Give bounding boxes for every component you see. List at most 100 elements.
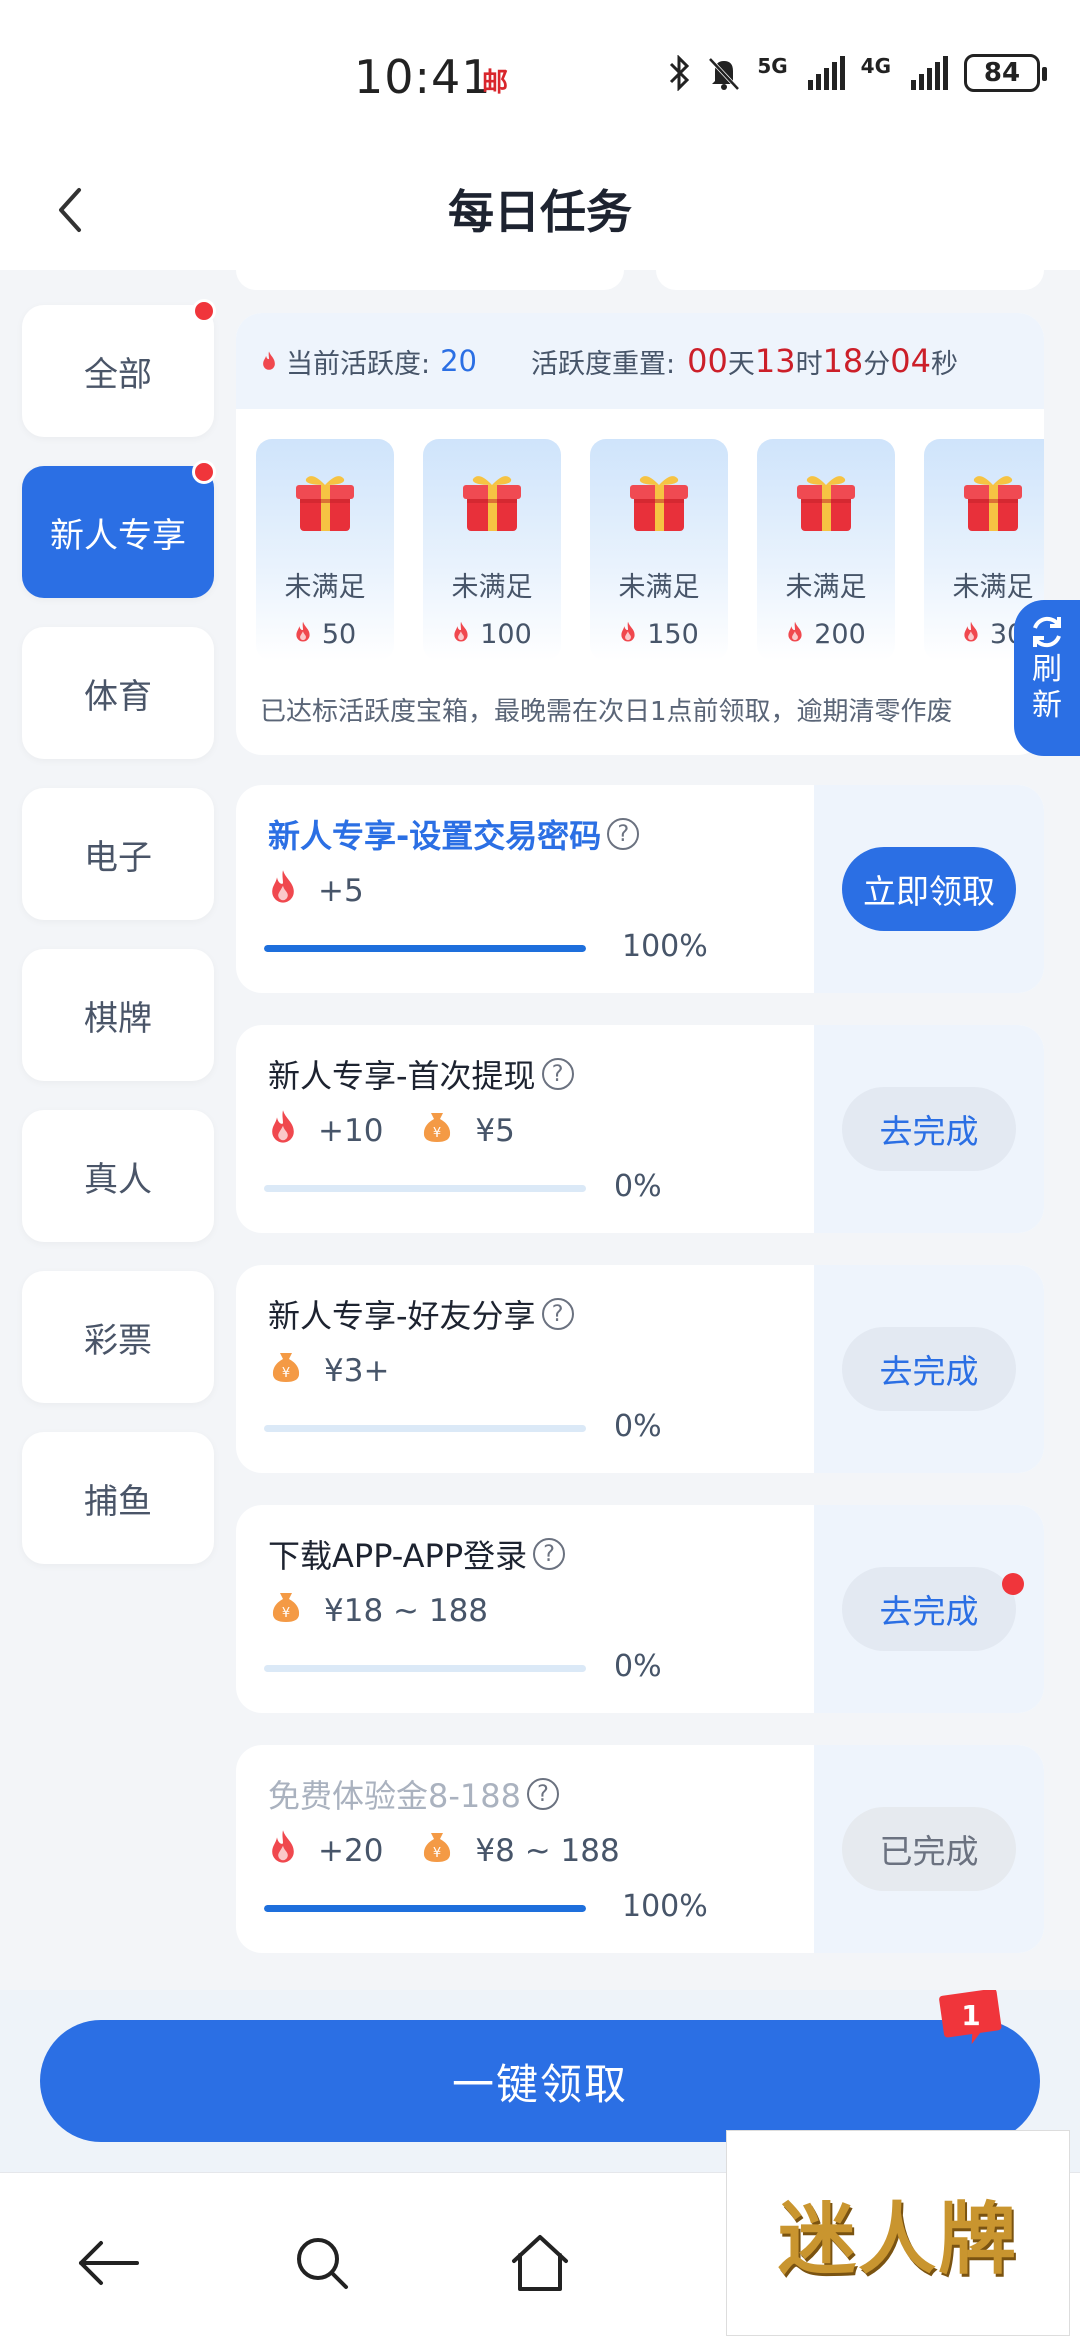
- gift-status: 未满足: [618, 572, 700, 603]
- help-icon[interactable]: ?: [607, 818, 640, 850]
- current-activity-value: 20: [440, 344, 478, 378]
- gift-box[interactable]: 未满足 200: [757, 439, 895, 661]
- progress-bar: [264, 1185, 586, 1192]
- claim-all-button[interactable]: 一键领取: [40, 2020, 1040, 2142]
- progress-fill: [264, 1905, 586, 1912]
- task-action-button[interactable]: 去完成: [842, 1087, 1016, 1171]
- status-bar: 10:41 邮 5G 4G 84: [0, 0, 1080, 150]
- progress-bar: [264, 1425, 586, 1432]
- money-reward: ¥ ¥18 ~ 188: [268, 1589, 488, 1633]
- money-bag-icon: ¥: [419, 1829, 455, 1873]
- bluetooth-icon: [670, 55, 690, 91]
- notification-dot: [192, 460, 216, 484]
- sidebar-item-label: 捕鱼: [84, 1481, 152, 1522]
- sidebar-item[interactable]: 体育: [22, 627, 214, 759]
- countdown-seconds: 04: [890, 342, 931, 380]
- help-icon[interactable]: ?: [527, 1778, 559, 1810]
- task-action-button[interactable]: 立即领取: [842, 847, 1016, 931]
- refresh-icon: [1033, 616, 1061, 648]
- help-icon[interactable]: ?: [541, 1298, 574, 1330]
- progress-percent: 0%: [614, 1169, 662, 1204]
- sidebar-item[interactable]: 真人: [22, 1110, 214, 1242]
- task-rewards: ¥ ¥3+: [268, 1349, 425, 1393]
- gift-box[interactable]: 未满足 150: [590, 439, 728, 661]
- nav-back-button[interactable]: [68, 2223, 148, 2303]
- status-icons: 5G 4G 84: [669, 54, 1047, 92]
- money-reward: ¥ ¥5: [419, 1109, 515, 1153]
- progress-bar: [264, 945, 586, 952]
- task-rewards: +5: [268, 869, 400, 913]
- refresh-button[interactable]: 刷 新: [1014, 600, 1080, 756]
- page-title: 每日任务: [448, 185, 632, 239]
- countdown-days: 00: [687, 342, 728, 380]
- notification-dot: [192, 299, 216, 323]
- sidebar-item[interactable]: 彩票: [22, 1271, 214, 1403]
- status-time: 10:41: [354, 50, 492, 104]
- gift-icon: [793, 469, 859, 535]
- search-icon: [297, 2238, 348, 2289]
- gift-box-row[interactable]: 未满足 50 未满足 100 未满足 150 未满足 200 未满足 30: [236, 409, 1044, 679]
- activity-reward: +5: [268, 869, 364, 913]
- sidebar-item[interactable]: 新人专享: [22, 460, 216, 598]
- progress-percent: 100%: [622, 1889, 708, 1924]
- flame-icon: [786, 619, 804, 650]
- home-icon: [512, 2235, 568, 2291]
- task-title: 新人专享-首次提现: [268, 1057, 536, 1095]
- sidebar-item[interactable]: 全部: [22, 299, 216, 437]
- task-card: 新人专享-首次提现? +10 ¥ ¥5 0% 去完成: [236, 1025, 1044, 1233]
- gift-points-row: 50: [256, 619, 394, 650]
- svg-text:¥: ¥: [433, 1126, 441, 1141]
- gift-points-row: 150: [590, 619, 728, 650]
- task-title-row: 下载APP-APP登录?: [268, 1531, 566, 1577]
- flame-icon: [263, 351, 275, 370]
- flame-icon: [962, 619, 980, 650]
- countdown-minutes: 18: [822, 342, 864, 380]
- refresh-label-2: 新: [1032, 688, 1062, 723]
- gift-points: 50: [321, 619, 357, 650]
- scrolled-card-stub: [236, 270, 624, 290]
- task-title-row: 新人专享-首次提现?: [268, 1051, 574, 1097]
- sidebar-item-label: 真人: [84, 1159, 152, 1200]
- refresh-label-1: 刷: [1032, 652, 1062, 687]
- sidebar-item[interactable]: 棋牌: [22, 949, 214, 1081]
- mail-carrier-icon: 邮: [482, 68, 509, 98]
- notification-dot: [1002, 1573, 1024, 1595]
- sidebar-item[interactable]: 捕鱼: [22, 1432, 214, 1564]
- task-card: 下载APP-APP登录? ¥ ¥18 ~ 188 0% 去完成: [236, 1505, 1044, 1713]
- task-action-button[interactable]: 去完成: [842, 1567, 1024, 1651]
- gift-box[interactable]: 未满足 100: [423, 439, 561, 661]
- sidebar-item-label: 棋牌: [84, 998, 152, 1039]
- sidebar-item-label: 电子: [84, 837, 152, 878]
- activity-reward: +20: [268, 1829, 383, 1873]
- gift-status: 未满足: [952, 572, 1034, 603]
- svg-text:¥: ¥: [282, 1606, 290, 1621]
- task-action-button: 已完成: [842, 1807, 1016, 1891]
- sidebar-item[interactable]: 电子: [22, 788, 214, 920]
- gift-box[interactable]: 未满足 50: [256, 439, 394, 661]
- task-title-row: 新人专享-好友分享?: [268, 1291, 574, 1337]
- flame-icon: [268, 1829, 298, 1873]
- claim-count: 1: [961, 1998, 981, 2032]
- nav-home-button[interactable]: [500, 2223, 580, 2303]
- nav-search-button[interactable]: [282, 2223, 362, 2303]
- sidebar-item-label: 全部: [84, 354, 152, 395]
- activity-reward-value: +10: [318, 1113, 384, 1149]
- progress-percent: 0%: [614, 1649, 662, 1684]
- task-action-button[interactable]: 去完成: [842, 1327, 1016, 1411]
- task-rewards: ¥ ¥18 ~ 188: [268, 1589, 524, 1633]
- task-title: 下载APP-APP登录: [268, 1537, 528, 1575]
- signal-4g-icon: [911, 56, 948, 90]
- countdown-seconds-unit: 秒: [931, 348, 958, 380]
- money-bag-icon: ¥: [268, 1589, 304, 1633]
- activity-reward-value: +20: [318, 1833, 384, 1869]
- help-icon[interactable]: ?: [541, 1058, 574, 1090]
- countdown-days-unit: 天: [727, 348, 755, 380]
- current-activity-label: 当前活跃度:: [286, 348, 431, 380]
- help-icon[interactable]: ?: [533, 1538, 566, 1570]
- gift-points-row: 200: [757, 619, 895, 650]
- gift-points-row: 100: [423, 619, 561, 650]
- task-title-row: 新人专享-设置交易密码?: [268, 811, 640, 857]
- sidebar-item-label: 新人专享: [50, 515, 186, 556]
- money-reward: ¥ ¥3+: [268, 1349, 389, 1393]
- svg-text:¥: ¥: [282, 1366, 290, 1381]
